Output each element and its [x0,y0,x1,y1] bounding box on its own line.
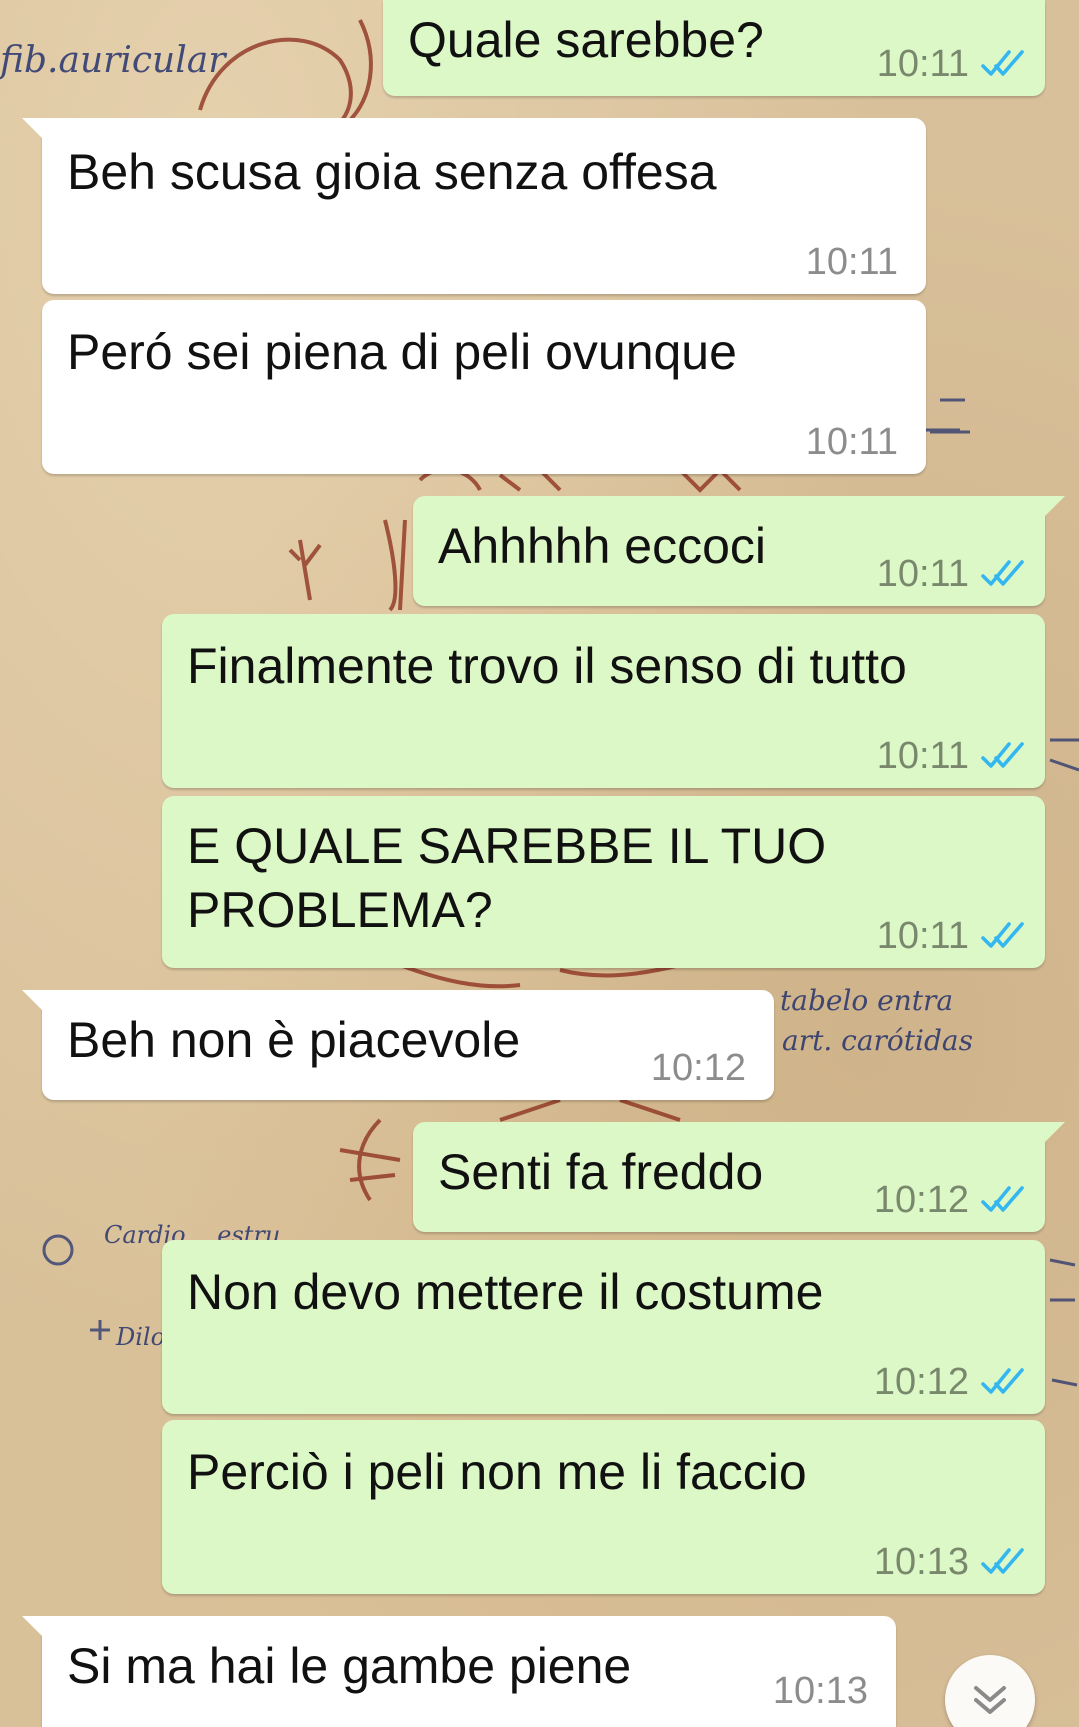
double-check-icon [981,1547,1025,1577]
message-bubble-outgoing[interactable]: E QUALE SAREBBE IL TUO PROBLEMA? 10:11 [162,796,1045,968]
message-time: 10:11 [805,241,898,283]
message-text: Beh scusa gioia senza offesa [67,144,717,200]
message-meta: 10:13 [874,1540,1025,1584]
message-time: 10:12 [873,1361,969,1403]
message-meta: 10:12 [874,1178,1025,1222]
message-bubble-outgoing[interactable]: Senti fa freddo 10:12 [413,1122,1065,1232]
message-bubble-incoming[interactable]: Peró sei piena di peli ovunque 10:11 [42,300,926,474]
double-chevron-down-icon [974,1686,1006,1714]
message-text: Ahhhhh eccoci [438,518,767,574]
double-check-icon [981,921,1025,951]
message-meta: 10:11 [877,914,1025,958]
bubble-tail [22,118,44,140]
message-text: E QUALE SAREBBE IL TUO PROBLEMA? [187,818,827,938]
double-check-icon [981,1185,1025,1215]
bubble-tail [22,1616,44,1638]
message-time: 10:11 [876,915,969,957]
double-check-icon [981,49,1025,79]
message-meta: 10:12 [651,1046,746,1090]
message-bubble-outgoing[interactable]: Ahhhhh eccoci 10:11 [413,496,1065,606]
message-text: Peró sei piena di peli ovunque [67,324,737,380]
message-text: Perciò i peli non me li faccio [187,1444,807,1500]
message-text: Senti fa freddo [438,1144,764,1200]
message-time: 10:13 [772,1670,868,1712]
wallpaper-note-tabelo: tabelo entra [780,984,953,1017]
message-bubble-outgoing[interactable]: Quale sarebbe? 10:11 [383,0,1045,96]
message-time: 10:11 [876,735,969,777]
message-text: Non devo mettere il costume [187,1264,824,1320]
chat-background: fib.auricular tabelo entra art. carótida… [0,0,1079,1727]
message-bubble-outgoing[interactable]: Non devo mettere il costume 10:12 [162,1240,1045,1414]
double-check-icon [981,559,1025,589]
message-meta: 10:12 [874,1360,1025,1404]
message-text: Finalmente trovo il senso di tutto [187,638,907,694]
bubble-tail [1043,1122,1065,1144]
wallpaper-note-carotidas: art. carótidas [782,1024,973,1057]
message-text: Quale sarebbe? [408,12,764,68]
message-meta: 10:11 [806,240,898,284]
message-time: 10:11 [805,421,898,463]
message-time: 10:11 [876,43,969,85]
message-meta: 10:11 [877,42,1025,86]
double-check-icon [981,741,1025,771]
message-time: 10:13 [873,1541,969,1583]
message-time: 10:12 [650,1047,746,1089]
message-bubble-incoming[interactable]: Beh non è piacevole 10:12 [22,990,774,1100]
message-time: 10:11 [876,553,969,595]
message-bubble-outgoing[interactable]: Finalmente trovo il senso di tutto 10:11 [162,614,1045,788]
wallpaper-note-fib-auricular: fib.auricular [0,40,227,81]
message-meta: 10:11 [877,552,1025,596]
message-text: Beh non è piacevole [67,1012,521,1068]
message-time: 10:12 [873,1179,969,1221]
bubble-tail [1043,496,1065,518]
bubble-tail [22,990,44,1012]
message-bubble-incoming[interactable]: Si ma hai le gambe piene 10:13 [22,1616,896,1727]
message-text: Si ma hai le gambe piene [67,1638,632,1694]
message-bubble-outgoing[interactable]: Perciò i peli non me li faccio 10:13 [162,1420,1045,1594]
double-check-icon [981,1367,1025,1397]
message-meta: 10:11 [877,734,1025,778]
message-meta: 10:13 [773,1669,868,1713]
message-bubble-incoming[interactable]: Beh scusa gioia senza offesa 10:11 [22,118,926,294]
message-meta: 10:11 [806,420,898,464]
